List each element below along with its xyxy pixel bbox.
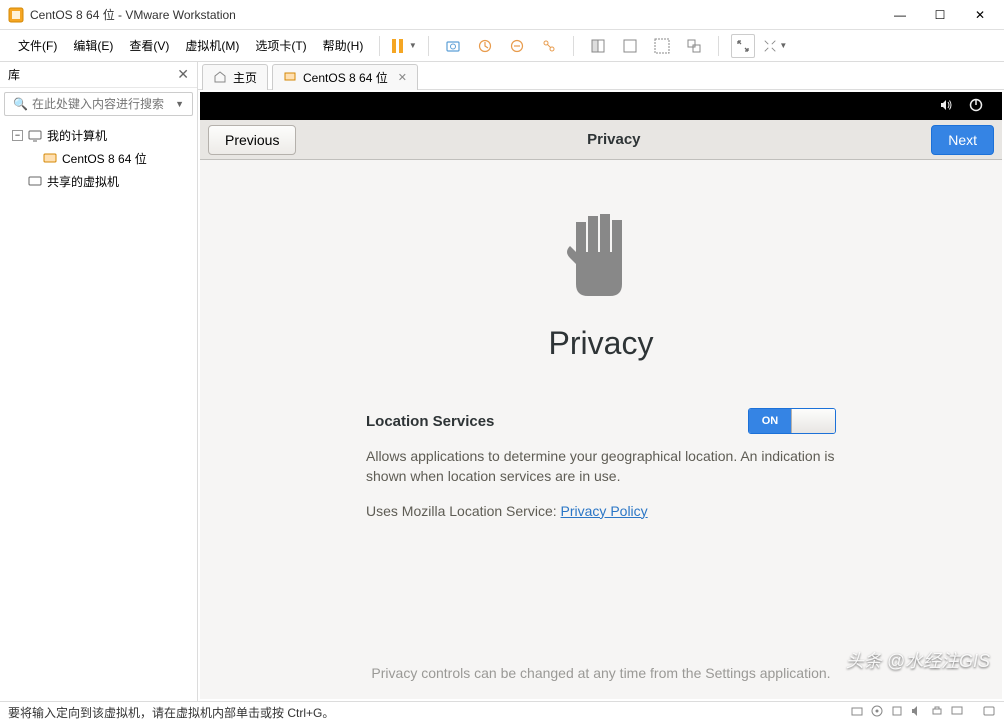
policy-prefix: Uses Mozilla Location Service: <box>366 503 561 519</box>
tree-centos-vm[interactable]: CentOS 8 64 位 <box>0 147 197 170</box>
status-hint: 要将输入定向到该虚拟机，请在虚拟机内部单击或按 Ctrl+G。 <box>8 704 850 721</box>
location-services-label: Location Services <box>366 413 494 430</box>
location-services-policy: Uses Mozilla Location Service: Privacy P… <box>366 501 836 521</box>
library-search[interactable]: 🔍 ▼ <box>4 92 193 116</box>
menu-help[interactable]: 帮助(H) <box>317 33 370 58</box>
window-titlebar: CentOS 8 64 位 - VMware Workstation — ☐ ✕ <box>0 0 1004 30</box>
stretch-button[interactable]: ▼ <box>763 34 787 58</box>
tree-my-computer[interactable]: − 我的计算机 <box>0 124 197 147</box>
tab-home[interactable]: 主页 <box>202 64 268 90</box>
library-label: 库 <box>8 66 177 83</box>
enter-fullscreen-button[interactable] <box>731 34 755 58</box>
menu-tabs[interactable]: 选项卡(T) <box>249 33 312 58</box>
location-services-switch[interactable]: ON <box>748 408 836 434</box>
home-icon <box>213 70 227 84</box>
separator <box>379 36 380 56</box>
search-dropdown-icon[interactable]: ▼ <box>175 99 184 109</box>
tray-network-icon[interactable] <box>890 704 904 721</box>
hand-icon <box>556 204 646 307</box>
location-services-description: Allows applications to determine your ge… <box>366 446 836 487</box>
volume-icon[interactable] <box>938 97 954 116</box>
status-tray <box>850 704 996 721</box>
tray-sound-icon[interactable] <box>910 704 924 721</box>
menu-bar: 文件(F) 编辑(E) 查看(V) 虚拟机(M) 选项卡(T) 帮助(H) ▼ … <box>0 30 1004 62</box>
guest-display[interactable]: Previous Privacy Next <box>200 92 1002 699</box>
tray-cd-icon[interactable] <box>870 704 884 721</box>
search-icon: 🔍 <box>13 97 28 111</box>
snapshot-manager-button[interactable] <box>505 34 529 58</box>
expander-icon[interactable]: − <box>12 130 23 141</box>
vm-icon <box>283 70 297 84</box>
snapshot-button[interactable] <box>441 34 465 58</box>
view-console-button[interactable] <box>618 34 642 58</box>
pause-button[interactable]: ▼ <box>392 34 416 58</box>
tree-shared-vms[interactable]: 共享的虚拟机 <box>0 170 197 193</box>
library-tree: − 我的计算机 CentOS 8 64 位 共享的虚拟机 <box>0 120 197 701</box>
switch-handle <box>791 409 835 433</box>
vmware-icon <box>8 7 24 23</box>
separator <box>718 36 719 56</box>
revert-button[interactable] <box>473 34 497 58</box>
privacy-page: Privacy Location Services ON Allows appl… <box>200 160 1002 699</box>
library-sidebar: 库 ✕ 🔍 ▼ − 我的计算机 CentOS 8 64 位 共享的虚拟机 <box>0 62 198 701</box>
privacy-policy-link[interactable]: Privacy Policy <box>561 503 648 519</box>
view-fullscreen-button[interactable] <box>650 34 674 58</box>
content-area: 主页 CentOS 8 64 位 ✕ Previous Privacy Next <box>198 62 1004 701</box>
header-title: Privacy <box>296 131 931 148</box>
privacy-heading: Privacy <box>549 325 654 362</box>
tray-message-icon[interactable] <box>982 704 996 721</box>
close-tab-button[interactable]: ✕ <box>398 71 407 84</box>
close-sidebar-button[interactable]: ✕ <box>177 66 189 83</box>
tray-printer-icon[interactable] <box>930 704 944 721</box>
switch-on-label: ON <box>749 409 791 433</box>
menu-file[interactable]: 文件(F) <box>12 33 63 58</box>
view-unity-button[interactable] <box>682 34 706 58</box>
minimize-button[interactable]: — <box>892 8 908 22</box>
tree-label: 共享的虚拟机 <box>47 173 119 190</box>
gnome-setup-window: Previous Privacy Next <box>200 120 1002 699</box>
tab-label: 主页 <box>233 69 257 86</box>
view-single-button[interactable] <box>586 34 610 58</box>
privacy-footer-note: Privacy controls can be changed at any t… <box>200 665 1002 681</box>
power-icon[interactable] <box>968 97 984 116</box>
window-title: CentOS 8 64 位 - VMware Workstation <box>30 6 892 23</box>
tabs-row: 主页 CentOS 8 64 位 ✕ <box>198 62 1004 90</box>
gnome-top-bar <box>938 92 1002 120</box>
snapshot-tree-button[interactable] <box>537 34 561 58</box>
close-button[interactable]: ✕ <box>972 8 988 22</box>
tab-label: CentOS 8 64 位 <box>303 69 388 86</box>
maximize-button[interactable]: ☐ <box>932 8 948 22</box>
separator <box>573 36 574 56</box>
tray-disk-icon[interactable] <box>850 704 864 721</box>
previous-button[interactable]: Previous <box>208 125 296 155</box>
status-bar: 要将输入定向到该虚拟机，请在虚拟机内部单击或按 Ctrl+G。 <box>0 701 1004 723</box>
tree-label: 我的计算机 <box>47 127 107 144</box>
menu-view[interactable]: 查看(V) <box>123 33 175 58</box>
tree-label: CentOS 8 64 位 <box>62 150 147 167</box>
menu-vm[interactable]: 虚拟机(M) <box>179 33 245 58</box>
separator <box>428 36 429 56</box>
monitor-icon <box>27 128 43 144</box>
next-button[interactable]: Next <box>931 125 994 155</box>
vm-icon <box>42 151 58 167</box>
gnome-header-bar: Previous Privacy Next <box>200 120 1002 160</box>
tray-display-icon[interactable] <box>950 704 964 721</box>
menu-edit[interactable]: 编辑(E) <box>67 33 119 58</box>
search-input[interactable] <box>32 97 175 111</box>
tab-centos[interactable]: CentOS 8 64 位 ✕ <box>272 64 418 90</box>
shared-icon <box>27 174 43 190</box>
